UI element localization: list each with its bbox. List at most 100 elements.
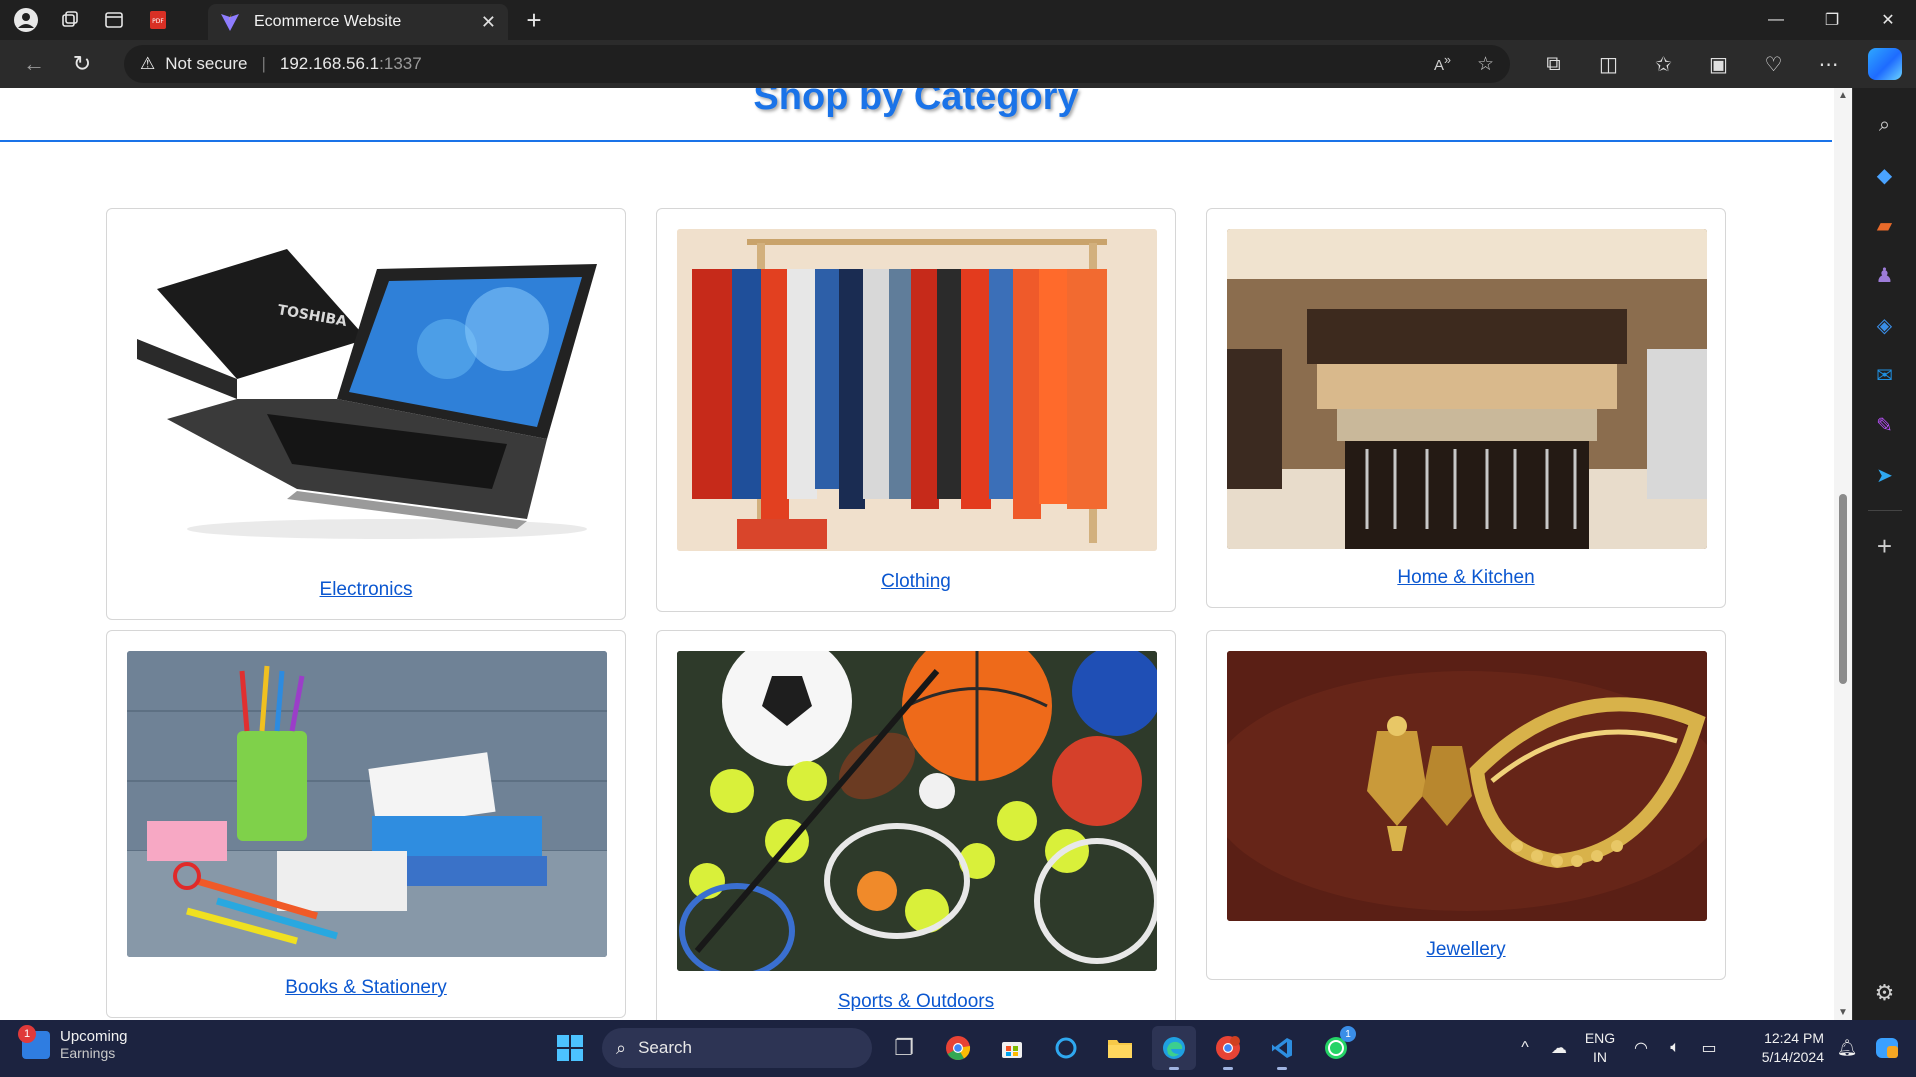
browser-titlebar: PDF Ecommerce Website ✕ + — ❐ ✕ <box>0 0 1916 40</box>
tab-title: Ecommerce Website <box>254 13 402 30</box>
sidebar-divider <box>1867 510 1902 511</box>
edge-icon[interactable] <box>1152 1026 1196 1070</box>
windows-start-icon[interactable] <box>548 1026 592 1070</box>
sidebar-games-icon[interactable]: ♟ <box>1865 255 1905 295</box>
browser-toolbar: ← ↻ ⚠ Not secure | 192.168.56.1 :1337 A»… <box>0 40 1916 88</box>
warning-icon: ⚠ <box>140 54 156 73</box>
cortana-icon[interactable] <box>1044 1026 1088 1070</box>
svg-text:PDF: PDF <box>152 18 164 25</box>
whatsapp-icon[interactable]: 1 <box>1314 1026 1358 1070</box>
workspaces-icon[interactable] <box>48 0 92 40</box>
whatsapp-badge: 1 <box>1340 1026 1356 1042</box>
jewellery-image <box>1227 651 1707 921</box>
category-link-electronics[interactable]: Electronics <box>107 579 625 601</box>
language-indicator[interactable]: ENG IN <box>1576 1029 1624 1067</box>
tab-ecommerce-website[interactable]: Ecommerce Website ✕ <box>208 4 508 40</box>
title-divider <box>0 140 1832 142</box>
page-scrollbar[interactable]: ▲ ▼ <box>1834 88 1852 1020</box>
category-link-home-kitchen[interactable]: Home & Kitchen <box>1207 567 1725 589</box>
onedrive-icon[interactable]: ☁ <box>1542 1038 1576 1058</box>
notification-badge: 1 <box>18 1024 36 1043</box>
sidebar-copilot-icon[interactable]: ◈ <box>1865 305 1905 345</box>
window-controls: — ❐ ✕ <box>1748 0 1916 40</box>
vertical-tabs-icon[interactable] <box>92 0 136 40</box>
address-bar[interactable]: ⚠ Not secure | 192.168.56.1 :1337 A» ☆ <box>124 45 1510 83</box>
sidebar-send-icon[interactable]: ➤ <box>1865 455 1905 495</box>
vscode-icon[interactable] <box>1260 1026 1304 1070</box>
sidebar-add-icon[interactable]: + <box>1865 526 1905 566</box>
category-card-electronics[interactable]: TOSHIBA Electronics <box>106 208 626 620</box>
favorite-star-icon[interactable]: ☆ <box>1477 53 1494 76</box>
sports-outdoors-image <box>677 651 1157 971</box>
category-card-books-stationery[interactable]: Books & Stationery <box>106 630 626 1018</box>
edge-sidebar: ⌕ ◆ ▰ ♟ ◈ ✉ ✎ ➤ + ⚙ <box>1852 88 1916 1020</box>
clock[interactable]: 12:24 PM 5/14/2024 <box>1736 1029 1824 1067</box>
pdf-tab-icon[interactable]: PDF <box>136 0 180 40</box>
more-menu-icon[interactable]: ⋯ <box>1801 40 1856 88</box>
category-link-sports-outdoors[interactable]: Sports & Outdoors <box>657 991 1175 1013</box>
scroll-up-icon[interactable]: ▲ <box>1838 90 1848 101</box>
category-link-jewellery[interactable]: Jewellery <box>1207 939 1725 961</box>
restore-button[interactable]: ❐ <box>1804 0 1860 40</box>
volume-icon[interactable]: 🔈︎ <box>1658 1039 1692 1057</box>
books-stationery-image <box>127 651 607 957</box>
chevron-up-icon[interactable]: ^ <box>1508 1039 1542 1057</box>
home-kitchen-image <box>1227 229 1707 549</box>
vite-favicon-icon <box>221 13 239 31</box>
back-button[interactable]: ← <box>10 44 58 84</box>
category-link-clothing[interactable]: Clothing <box>657 571 1175 593</box>
collections-icon[interactable]: ▣ <box>1691 40 1746 88</box>
wifi-icon[interactable]: ◠ <box>1624 1038 1658 1058</box>
sidebar-outlook-icon[interactable]: ✉ <box>1865 355 1905 395</box>
taskbar-search[interactable]: ⌕ Search <box>602 1028 872 1068</box>
news-widget[interactable]: 1 Upcoming Earnings <box>18 1024 128 1061</box>
category-card-jewellery[interactable]: Jewellery <box>1206 630 1726 980</box>
file-explorer-icon[interactable] <box>1098 1026 1142 1070</box>
chrome-icon[interactable] <box>936 1026 980 1070</box>
category-link-books-stationery[interactable]: Books & Stationery <box>107 977 625 999</box>
sidebar-search-icon[interactable]: ⌕ <box>1865 105 1905 145</box>
favorites-icon[interactable]: ✩ <box>1636 40 1691 88</box>
address-bar-actions: A» ☆ <box>1434 53 1494 76</box>
scroll-down-icon[interactable]: ▼ <box>1838 1007 1848 1018</box>
scrollbar-thumb[interactable] <box>1839 494 1847 684</box>
copilot-taskbar-icon[interactable] <box>1870 1037 1904 1059</box>
minimize-button[interactable]: — <box>1748 0 1804 40</box>
windows-taskbar: 1 Upcoming Earnings ⌕ Search ❐ 1 ^ ☁ ENG… <box>0 1020 1916 1077</box>
chrome-profile-icon[interactable] <box>1206 1026 1250 1070</box>
stocks-icon: 1 <box>18 1024 50 1059</box>
system-tray: ^ ☁ ENG IN ◠ 🔈︎ ▭ 12:24 PM 5/14/2024 🔔︎ <box>1508 1026 1904 1070</box>
search-label: Search <box>638 1038 692 1057</box>
clock-date: 5/14/2024 <box>1761 1049 1824 1065</box>
taskbar-apps: ⌕ Search ❐ 1 <box>548 1026 1358 1070</box>
language-region: IN <box>1593 1049 1607 1065</box>
widget-title: Upcoming <box>60 1028 128 1045</box>
new-tab-button[interactable]: + <box>514 0 554 40</box>
search-icon: ⌕ <box>616 1037 627 1058</box>
url-port: :1337 <box>379 54 422 73</box>
sidebar-tools-icon[interactable]: ▰ <box>1865 205 1905 245</box>
performance-icon[interactable]: ♡ <box>1746 40 1801 88</box>
language-code: ENG <box>1584 1030 1616 1046</box>
close-window-button[interactable]: ✕ <box>1860 0 1916 40</box>
refresh-button[interactable]: ↻ <box>58 44 106 84</box>
sidebar-shopping-icon[interactable]: ◆ <box>1865 155 1905 195</box>
sidebar-settings-icon[interactable]: ⚙ <box>1875 980 1895 1006</box>
split-screen-icon[interactable]: ◫ <box>1581 40 1636 88</box>
category-card-sports-outdoors[interactable]: Sports & Outdoors <box>656 630 1176 1020</box>
battery-icon[interactable]: ▭ <box>1692 1038 1726 1058</box>
toolbar-actions: ⧉ ◫ ✩ ▣ ♡ ⋯ <box>1526 40 1856 88</box>
notification-bell-icon[interactable]: 🔔︎ <box>1830 1038 1864 1058</box>
profile-icon[interactable] <box>4 0 48 40</box>
category-card-home-kitchen[interactable]: Home & Kitchen <box>1206 208 1726 608</box>
page-viewport: Shop by Category TOSHIBA Electronics Clo… <box>0 88 1852 1020</box>
extensions-icon[interactable]: ⧉ <box>1526 40 1581 88</box>
active-indicator <box>1169 1067 1179 1070</box>
tab-close-icon[interactable]: ✕ <box>481 12 496 33</box>
microsoft-store-icon[interactable] <box>990 1026 1034 1070</box>
sidebar-designer-icon[interactable]: ✎ <box>1865 405 1905 445</box>
copilot-icon[interactable] <box>1868 48 1902 80</box>
task-view-icon[interactable]: ❐ <box>882 1026 926 1070</box>
read-aloud-icon[interactable]: A» <box>1434 53 1451 76</box>
category-card-clothing[interactable]: Clothing <box>656 208 1176 612</box>
